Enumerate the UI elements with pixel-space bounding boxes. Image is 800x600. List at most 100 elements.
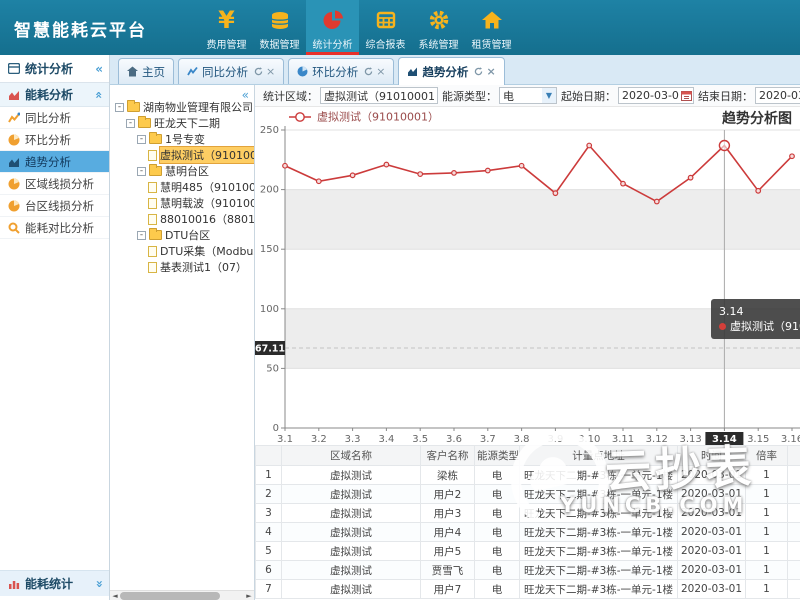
tree-expander-icon[interactable]: - — [137, 231, 146, 240]
close-tab-icon[interactable]: × — [266, 67, 275, 77]
svg-text:67.11: 67.11 — [255, 344, 285, 355]
close-tab-icon[interactable]: × — [376, 67, 385, 77]
trend-chart[interactable]: 0501001502002503.13.23.33.43.53.63.73.83… — [255, 107, 800, 445]
sidebar-panel-title[interactable]: 统计分析 « — [0, 55, 109, 83]
tab-tongbi[interactable]: 同比分析 × — [178, 58, 284, 84]
svg-text:3.14: 3.14 — [712, 434, 737, 445]
tab-home[interactable]: 主页 — [118, 58, 174, 84]
sidebar-section-energy-analysis[interactable]: 能耗分析 « — [0, 83, 109, 107]
pie-chart-icon — [322, 6, 344, 34]
tree-node[interactable]: 慧明485（91010003） — [110, 179, 255, 195]
nav-item-statistics[interactable]: 统计分析 — [306, 0, 359, 55]
table-row[interactable]: 7虚拟测试用户7电旺龙天下二期-#3栋-一单元-1楼2020-03-011 — [256, 580, 800, 599]
search-icon — [6, 222, 21, 234]
tree-node-label: 1号专变 — [165, 131, 205, 147]
table-row[interactable]: 1虚拟测试梁栋电旺龙天下二期-#3栋-一单元-1楼2020-03-011 — [256, 466, 800, 485]
pie-icon — [6, 200, 21, 212]
start-date-label: 起始日期： — [561, 88, 616, 104]
tree-node-label: 旺龙天下二期 — [154, 115, 220, 131]
tab-qushi[interactable]: 趋势分析 × — [398, 57, 504, 85]
table-row[interactable]: 2虚拟测试用户2电旺龙天下二期-#3栋-一单元-1楼2020-03-011 — [256, 485, 800, 504]
table-cell: 虚拟测试 — [282, 504, 421, 523]
table-row[interactable]: 4虚拟测试用户4电旺龙天下二期-#3栋-一单元-1楼2020-03-011 — [256, 523, 800, 542]
svg-text:3.7: 3.7 — [480, 434, 496, 445]
tree-node-label: 慧明台区 — [165, 163, 209, 179]
nav-item-system[interactable]: 系统管理 — [412, 0, 465, 55]
table-cell: 贾雪飞 — [421, 561, 475, 580]
nav-item-fee[interactable]: ¥ 费用管理 — [200, 0, 253, 55]
end-date-input[interactable] — [755, 87, 800, 104]
refresh-tab-icon[interactable] — [254, 67, 263, 76]
folder-icon — [149, 230, 162, 240]
tree-expander-icon[interactable]: - — [137, 135, 146, 144]
tree-expander-icon[interactable]: - — [115, 103, 124, 112]
table-row[interactable]: 5虚拟测试用户5电旺龙天下二期-#3栋-一单元-1楼2020-03-011 — [256, 542, 800, 561]
nav-item-report[interactable]: 综合报表 — [359, 0, 412, 55]
tree-node[interactable]: -DTU台区 — [110, 227, 255, 243]
table-header-cell: 计量点地址 — [520, 446, 678, 466]
tree-node[interactable]: DTU采集（Modbus_D — [110, 243, 255, 259]
tab-huanbi[interactable]: 环比分析 × — [288, 58, 394, 84]
end-date-label: 结束日期： — [698, 88, 753, 104]
table-cell: 虚拟测试 — [282, 542, 421, 561]
svg-text:3.16: 3.16 — [781, 434, 800, 445]
refresh-tab-icon[interactable] — [474, 67, 483, 76]
sidebar-item-taiqu-xiansun[interactable]: 台区线损分析 — [0, 195, 109, 217]
tree-node-label: DTU采集（Modbus_D — [160, 243, 255, 259]
svg-text:100: 100 — [260, 304, 279, 315]
table-cell: 虚拟测试 — [282, 485, 421, 504]
region-input[interactable] — [320, 87, 438, 104]
tree-node[interactable]: 虚拟测试（91010001） — [110, 147, 255, 163]
table-cell: 用户3 — [421, 504, 475, 523]
svg-text:趋势分析图: 趋势分析图 — [722, 110, 792, 127]
sidebar-item-qushi[interactable]: 趋势分析 — [0, 151, 109, 173]
tree-node-label: 慧明载波（91010004） — [160, 195, 255, 211]
table-cell: 1 — [746, 523, 788, 542]
chevron-up-icon[interactable]: « — [94, 91, 104, 99]
refresh-tab-icon[interactable] — [364, 67, 373, 76]
svg-text:3.8: 3.8 — [514, 434, 530, 445]
chevron-down-icon[interactable]: « — [94, 580, 104, 588]
folder-icon — [127, 102, 140, 112]
sidebar-item-tongbi[interactable]: 同比分析 — [0, 107, 109, 129]
sidebar-item-quyu-xiansun[interactable]: 区域线损分析 — [0, 173, 109, 195]
table-cell: 梁栋 — [421, 466, 475, 485]
tree-node-label: 慧明485（91010003） — [160, 179, 255, 195]
svg-text:3.3: 3.3 — [345, 434, 361, 445]
scroll-right-icon[interactable]: ► — [244, 591, 254, 600]
sidebar-item-huanbi[interactable]: 环比分析 — [0, 129, 109, 151]
calendar-icon[interactable] — [681, 90, 692, 104]
close-tab-icon[interactable]: × — [486, 67, 495, 77]
nav-item-lease[interactable]: 租赁管理 — [465, 0, 518, 55]
sidebar-item-nenghao-duibi[interactable]: 能耗对比分析 — [0, 217, 109, 239]
table-cell: 1 — [746, 504, 788, 523]
table-row[interactable]: 6虚拟测试贾雪飞电旺龙天下二期-#3栋-一单元-1楼2020-03-011 — [256, 561, 800, 580]
red-area-chart-icon — [6, 89, 21, 101]
tree-expander-icon[interactable]: - — [126, 119, 135, 128]
sidebar-section-energy-stats[interactable]: 能耗统计 « — [0, 570, 109, 596]
tree-expander-icon[interactable]: - — [137, 167, 146, 176]
pie-icon — [6, 134, 21, 146]
svg-text:3.15: 3.15 — [747, 434, 769, 445]
tree-node[interactable]: -湖南物业管理有限公司 — [110, 99, 255, 115]
tree-node[interactable]: - 1号专变 — [110, 131, 255, 147]
tree-node[interactable]: 88010016（8801） — [110, 211, 255, 227]
horizontal-scrollbar[interactable]: ◄ ► — [110, 590, 254, 600]
table-cell: 1 — [746, 561, 788, 580]
report-table-icon — [375, 6, 397, 34]
scroll-left-icon[interactable]: ◄ — [110, 591, 120, 600]
yen-icon: ¥ — [218, 6, 235, 34]
combo-arrow-icon[interactable]: ▼ — [542, 88, 556, 103]
tree-node[interactable]: - 慧明台区 — [110, 163, 255, 179]
table-cell — [788, 561, 800, 580]
tree-node[interactable]: 慧明载波（91010004） — [110, 195, 255, 211]
tree-node[interactable]: - 旺龙天下二期 — [110, 115, 255, 131]
table-row[interactable]: 3虚拟测试用户3电旺龙天下二期-#3栋-一单元-1楼2020-03-011 — [256, 504, 800, 523]
table-body: 1虚拟测试梁栋电旺龙天下二期-#3栋-一单元-1楼2020-03-0112虚拟测… — [256, 466, 800, 599]
svg-text:3.13: 3.13 — [679, 434, 701, 445]
database-icon — [269, 6, 291, 34]
nav-item-data[interactable]: 数据管理 — [253, 0, 306, 55]
scrollbar-thumb[interactable] — [120, 592, 220, 600]
collapse-sidebar-icon[interactable]: « — [95, 64, 103, 74]
tree-node[interactable]: 基表测试1（07） — [110, 259, 255, 275]
